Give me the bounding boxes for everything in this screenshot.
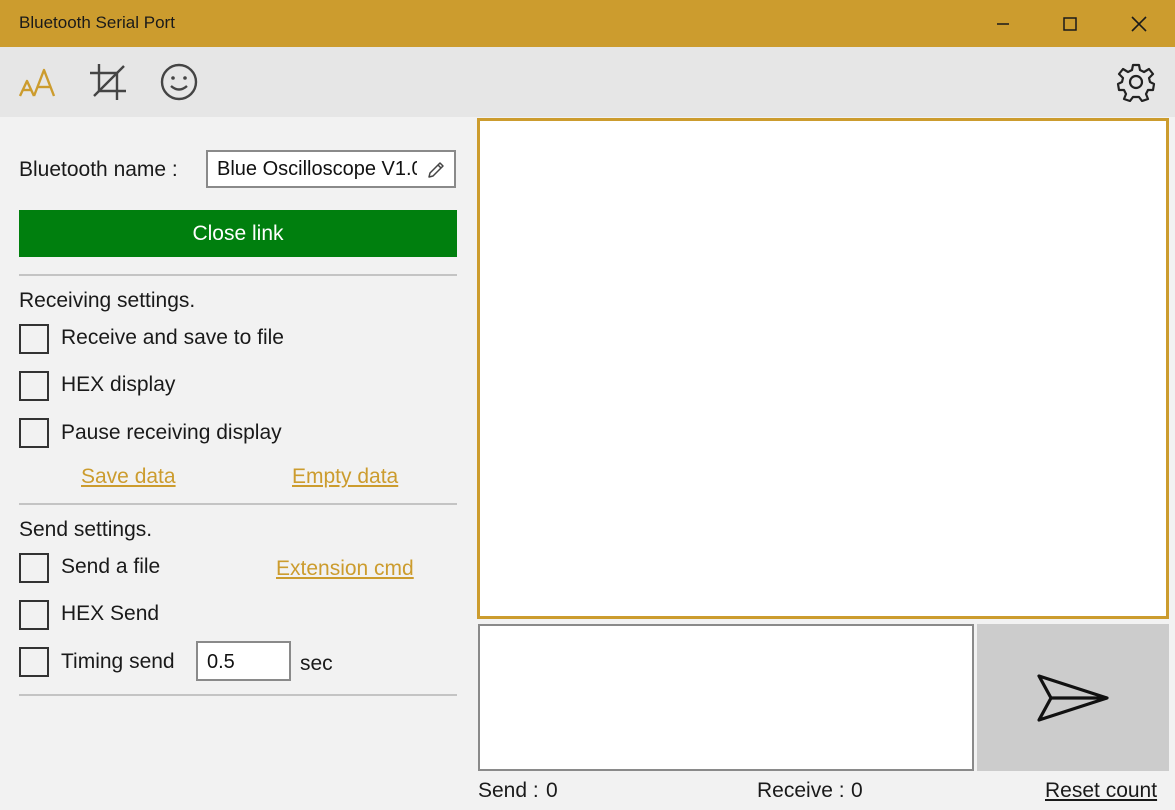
send-count-value: 0 <box>546 779 558 802</box>
save-data-link[interactable]: Save data <box>81 465 176 489</box>
emoji-button[interactable] <box>156 59 202 105</box>
close-window-button[interactable] <box>1105 0 1172 47</box>
window-title: Bluetooth Serial Port <box>19 13 175 32</box>
settings-button[interactable] <box>1113 59 1159 105</box>
bluetooth-name-input[interactable] <box>217 157 417 181</box>
hex-display-checkbox[interactable] <box>19 371 49 401</box>
maximize-button[interactable] <box>1036 0 1103 47</box>
empty-data-link[interactable]: Empty data <box>292 465 398 489</box>
timing-interval-input[interactable] <box>207 650 282 674</box>
gear-icon <box>1116 63 1156 102</box>
receive-display[interactable] <box>477 118 1169 619</box>
send-file-checkbox[interactable] <box>19 553 49 583</box>
hex-display-label: HEX display <box>61 373 176 396</box>
hex-send-checkbox[interactable] <box>19 600 49 630</box>
send-input-box[interactable] <box>478 624 974 771</box>
minimize-button[interactable] <box>969 0 1036 47</box>
font-size-icon <box>18 68 56 97</box>
receive-count-label: Receive : <box>757 779 845 802</box>
timing-send-label: Timing send <box>61 650 175 673</box>
smiley-icon <box>160 63 198 101</box>
close-icon <box>1130 15 1147 32</box>
crop-button[interactable] <box>85 59 131 105</box>
divider <box>19 503 457 505</box>
close-link-button[interactable]: Close link <box>19 210 457 257</box>
timing-interval-field[interactable] <box>196 641 291 681</box>
send-settings-heading: Send settings. <box>19 518 153 541</box>
send-file-label: Send a file <box>61 555 161 578</box>
crop-icon <box>90 64 126 100</box>
receive-save-label: Receive and save to file <box>61 326 284 349</box>
bluetooth-name-field[interactable] <box>206 150 456 188</box>
receive-save-checkbox[interactable] <box>19 324 49 354</box>
send-button[interactable] <box>977 624 1169 771</box>
send-count-label: Send : <box>478 779 539 802</box>
divider <box>19 274 457 276</box>
pause-receiving-label: Pause receiving display <box>61 421 282 444</box>
send-icon <box>1037 673 1109 722</box>
hex-send-label: HEX Send <box>61 602 160 625</box>
bluetooth-name-label: Bluetooth name : <box>19 158 178 181</box>
send-textarea[interactable] <box>480 626 972 769</box>
font-size-button[interactable] <box>14 59 60 105</box>
minimize-icon <box>996 22 1009 25</box>
extension-cmd-link[interactable]: Extension cmd <box>276 557 414 581</box>
pencil-icon[interactable] <box>426 160 446 180</box>
maximize-icon <box>1062 16 1077 31</box>
receive-count-value: 0 <box>851 779 863 802</box>
reset-count-link[interactable]: Reset count <box>1045 779 1157 803</box>
toolbar <box>0 47 1175 117</box>
timing-send-checkbox[interactable] <box>19 647 49 677</box>
title-bar: Bluetooth Serial Port <box>0 0 1175 47</box>
pause-receiving-checkbox[interactable] <box>19 418 49 448</box>
divider <box>19 694 457 696</box>
sec-label: sec <box>300 652 333 675</box>
settings-panel: Bluetooth name : Close link Receiving se… <box>0 117 476 810</box>
receiving-settings-heading: Receiving settings. <box>19 289 196 312</box>
